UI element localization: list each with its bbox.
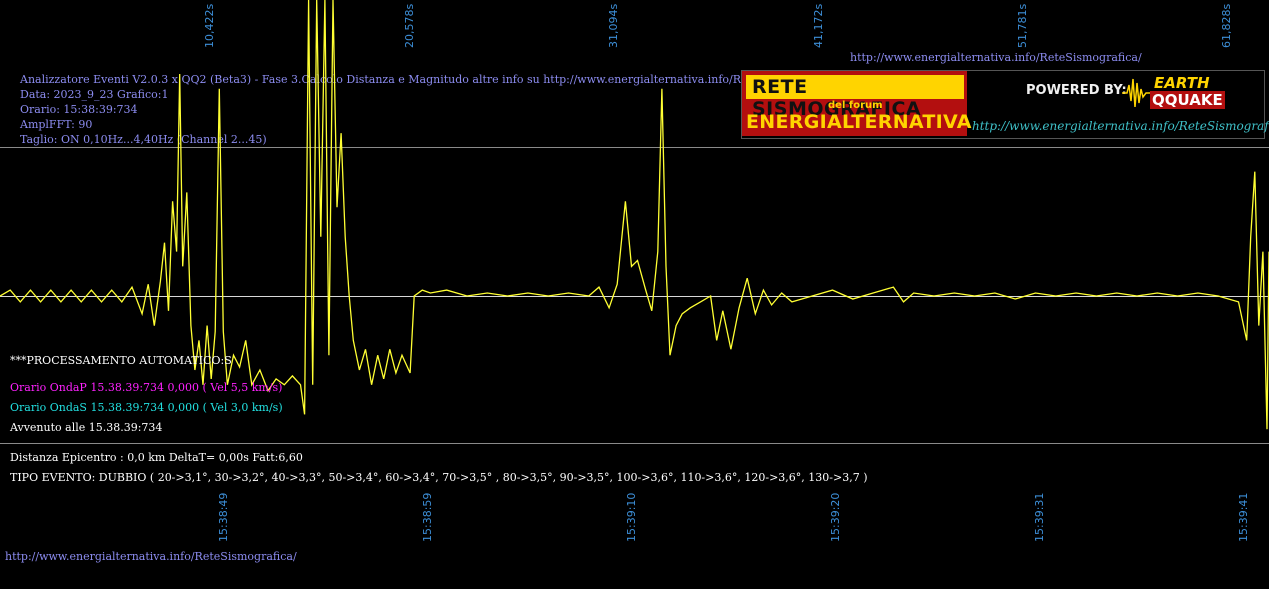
banner-logo-panel: RETE SISMOGRAFICA del forum ENERGIALTERN… xyxy=(742,71,971,136)
banner-subtitle: del forum xyxy=(828,100,883,111)
seismograph-icon xyxy=(1122,78,1152,108)
banner-logo-earth: EARTH xyxy=(1154,74,1210,92)
onda-p-line: Orario OndaP 15.38.39:734 0,000 ( Vel 5,… xyxy=(10,381,283,394)
banner-logo-quake: QQUAKE xyxy=(1150,91,1225,109)
tipo-evento-line: TIPO EVENTO: DUBBIO ( 20->3,1°, 30->3,2°… xyxy=(10,471,868,484)
processing-title: ***PROCESSAMENTO AUTOMATICO:S xyxy=(10,354,232,367)
banner-url[interactable]: http://www.energialternativa.info/ReteSi… xyxy=(972,119,1269,133)
footer-url[interactable]: http://www.energialternativa.info/ReteSi… xyxy=(5,550,297,563)
distanza-line: Distanza Epicentro : 0,0 km DeltaT= 0,00… xyxy=(10,451,303,464)
banner[interactable]: RETE SISMOGRAFICA del forum ENERGIALTERN… xyxy=(741,70,1269,139)
banner-name: ENERGIALTERNATIVA xyxy=(746,111,972,133)
avvenuto-line: Avvenuto alle 15.38.39:734 xyxy=(10,421,163,434)
onda-s-line: Orario OndaS 15.38.39:734 0,000 ( Vel 3,… xyxy=(10,401,283,414)
banner-powered: POWERED BY: xyxy=(1026,83,1127,98)
